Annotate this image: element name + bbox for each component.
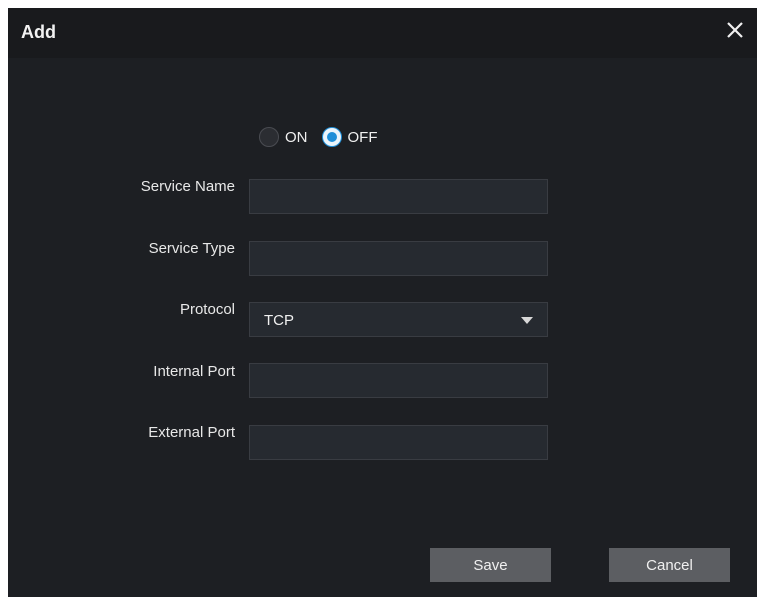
protocol-select[interactable]: TCP (249, 302, 548, 337)
dialog-title: Add (21, 22, 56, 42)
service-name-label: Service Name (140, 178, 235, 195)
close-icon[interactable] (725, 20, 745, 40)
cancel-button[interactable]: Cancel (609, 548, 730, 582)
service-name-input[interactable] (249, 179, 548, 214)
radio-on-circle[interactable] (259, 127, 279, 147)
protocol-value: TCP (264, 312, 294, 329)
protocol-label: Protocol (179, 301, 235, 318)
radio-on[interactable]: ON (259, 127, 308, 147)
service-type-label: Service Type (148, 240, 235, 257)
add-dialog: Add ON OFF Service Name Service Type Pro… (8, 8, 757, 597)
radio-off-circle[interactable] (321, 127, 342, 147)
enable-radio-group: ON OFF (259, 125, 392, 149)
dialog-titlebar: Add (8, 8, 757, 58)
service-type-input[interactable] (249, 241, 548, 276)
radio-off-label: OFF (347, 128, 378, 146)
external-port-input[interactable] (249, 425, 548, 460)
internal-port-label: Internal Port (153, 363, 235, 380)
save-button[interactable]: Save (430, 548, 551, 582)
radio-off[interactable]: OFF (321, 127, 378, 147)
radio-on-label: ON (285, 128, 308, 146)
external-port-label: External Port (148, 424, 235, 441)
chevron-down-icon (521, 317, 533, 324)
internal-port-input[interactable] (249, 363, 548, 398)
